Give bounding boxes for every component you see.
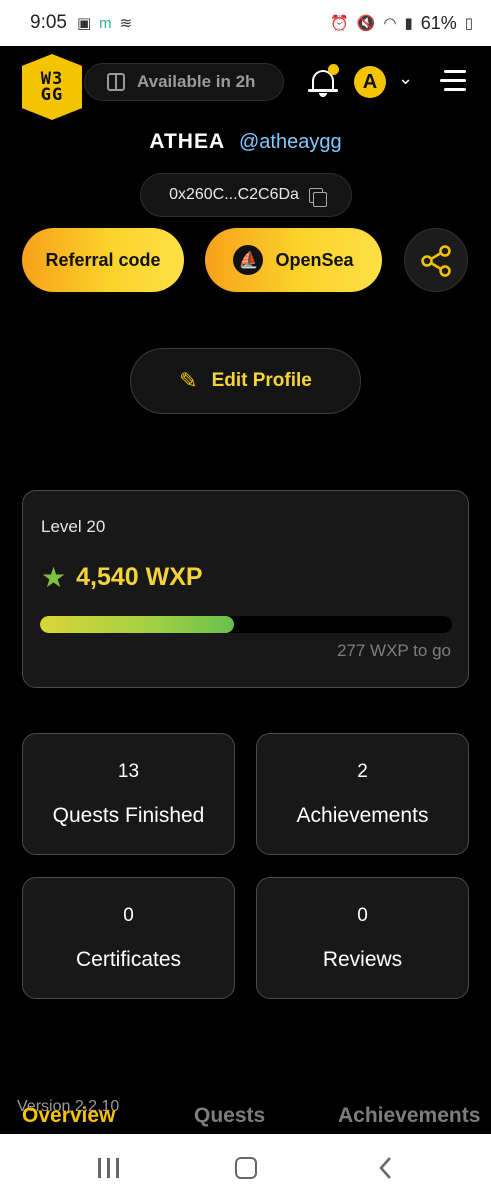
alarm-icon: ⏰ [329, 15, 349, 32]
level-card: Level 20 ★ 4,540 WXP 277 WXP to go [22, 490, 469, 688]
signal-icon: ▮ [404, 15, 413, 32]
opensea-icon: ⛵ [233, 245, 264, 275]
stat-value: 13 [117, 761, 140, 782]
opensea-label: OpenSea [275, 249, 354, 270]
w3gg-logo[interactable]: W3 GG [22, 54, 82, 120]
wxp-total: ★ 4,540 WXP [41, 561, 203, 594]
stat-value: 0 [123, 905, 134, 926]
stat-label: Reviews [322, 948, 403, 971]
home-icon[interactable] [235, 1157, 257, 1179]
available-label: Available in 2h [137, 72, 256, 91]
wifi-icon: ◠ [383, 15, 397, 32]
logo-text: W3 GG [40, 69, 64, 105]
stat-value: 0 [357, 905, 368, 926]
stat-quests-finished[interactable]: 13 Quests Finished [22, 733, 235, 855]
profile-actions: Referral code ⛵ OpenSea [0, 228, 491, 294]
stat-value: 2 [357, 761, 368, 782]
share-icon [421, 245, 451, 277]
profile-name: ATHEA [149, 130, 226, 153]
share-button[interactable] [404, 228, 468, 292]
wallet-address: 0x260C...C2C6Da [169, 186, 299, 203]
avatar[interactable]: A [354, 66, 386, 98]
profile-handle[interactable]: @atheaygg [239, 131, 342, 153]
battery-percent: 61% [420, 12, 457, 33]
battery-icon: ▯ [464, 15, 473, 32]
recent-apps-icon[interactable] [98, 1158, 120, 1178]
gallery-icon: ▣ [76, 15, 92, 32]
available-pill[interactable]: Available in 2h [84, 63, 284, 101]
tab-quests[interactable]: Quests [194, 1104, 265, 1128]
app-brand-icon: ≋ [119, 15, 133, 32]
stat-certificates[interactable]: 0 Certificates [22, 877, 235, 999]
tab-achievements[interactable]: Achievements [338, 1104, 491, 1128]
status-time: 9:05 [30, 12, 67, 33]
tab-overview[interactable]: Overview [22, 1104, 115, 1128]
mute-icon: 🔇 [356, 15, 376, 32]
copy-icon[interactable] [308, 187, 327, 207]
back-icon[interactable] [378, 1156, 392, 1180]
level-progress-fill [40, 616, 234, 633]
notification-dot [328, 64, 339, 75]
pencil-icon: ✎ [179, 368, 198, 393]
referral-code-label: Referral code [45, 249, 161, 270]
wallet-address-pill[interactable]: 0x260C...C2C6Da [140, 173, 352, 217]
app-m-icon: m [99, 14, 112, 32]
edit-profile-button[interactable]: ✎ Edit Profile [130, 348, 361, 414]
stat-label: Certificates [75, 948, 182, 971]
notification-bell-icon[interactable] [308, 64, 339, 98]
status-bar: 9:05 ▣ m ≋ ⏰ 🔇 ◠ ▮ 61% ▯ [0, 0, 491, 46]
stat-achievements[interactable]: 2 Achievements [256, 733, 469, 855]
stat-label: Achievements [296, 804, 429, 827]
stat-label: Quests Finished [52, 804, 205, 827]
level-progress-bar [40, 616, 452, 633]
level-label: Level 20 [41, 517, 106, 536]
profile-heading: ATHEA @atheaygg [0, 130, 491, 154]
stat-reviews[interactable]: 0 Reviews [256, 877, 469, 999]
menu-icon[interactable] [438, 68, 466, 94]
opensea-button[interactable]: ⛵ OpenSea [205, 228, 382, 292]
wxp-to-go: 277 WXP to go [336, 641, 451, 660]
chevron-down-icon[interactable]: ⌄ [398, 68, 413, 89]
referral-code-button[interactable]: Referral code [22, 228, 184, 292]
system-nav-bar [0, 1134, 491, 1200]
app-header: W3 GG Available in 2h A ⌄ [0, 46, 491, 124]
edit-profile-label: Edit Profile [211, 370, 312, 391]
gift-icon [107, 73, 125, 91]
profile-tabs: Overview Quests Achievements [0, 1104, 491, 1134]
wxp-value: 4,540 WXP [76, 563, 203, 591]
star-icon: ★ [41, 562, 67, 593]
